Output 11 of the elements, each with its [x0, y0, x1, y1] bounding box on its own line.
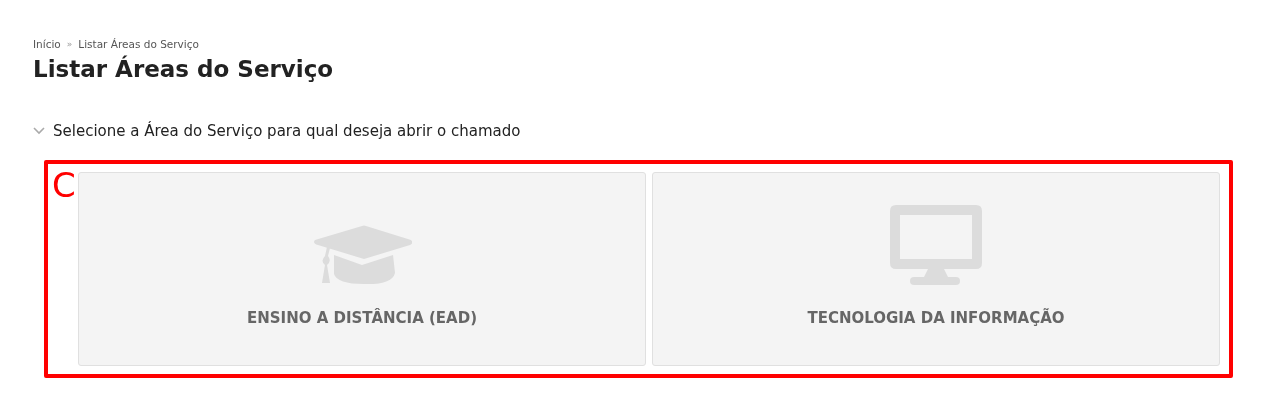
graduation-cap-icon: [312, 223, 412, 285]
area-card[interactable]: ENSINO A DISTÂNCIA (EAD): [78, 172, 646, 366]
breadcrumb-link[interactable]: Listar Áreas do Serviço: [78, 38, 199, 50]
area-card[interactable]: TECNOLOGIA DA INFORMAÇÃO: [652, 172, 1220, 366]
breadcrumb-link[interactable]: Início: [33, 38, 61, 50]
monitor-icon: [890, 205, 982, 285]
section-heading[interactable]: Selecione a Área do Serviço para qual deseja abrir o chamado: [53, 122, 521, 140]
chevron-icon[interactable]: [33, 127, 45, 135]
breadcrumb-separator: »: [66, 39, 73, 49]
page-title: Listar Áreas do Serviço: [33, 56, 335, 82]
annotation-label: C: [52, 168, 76, 202]
